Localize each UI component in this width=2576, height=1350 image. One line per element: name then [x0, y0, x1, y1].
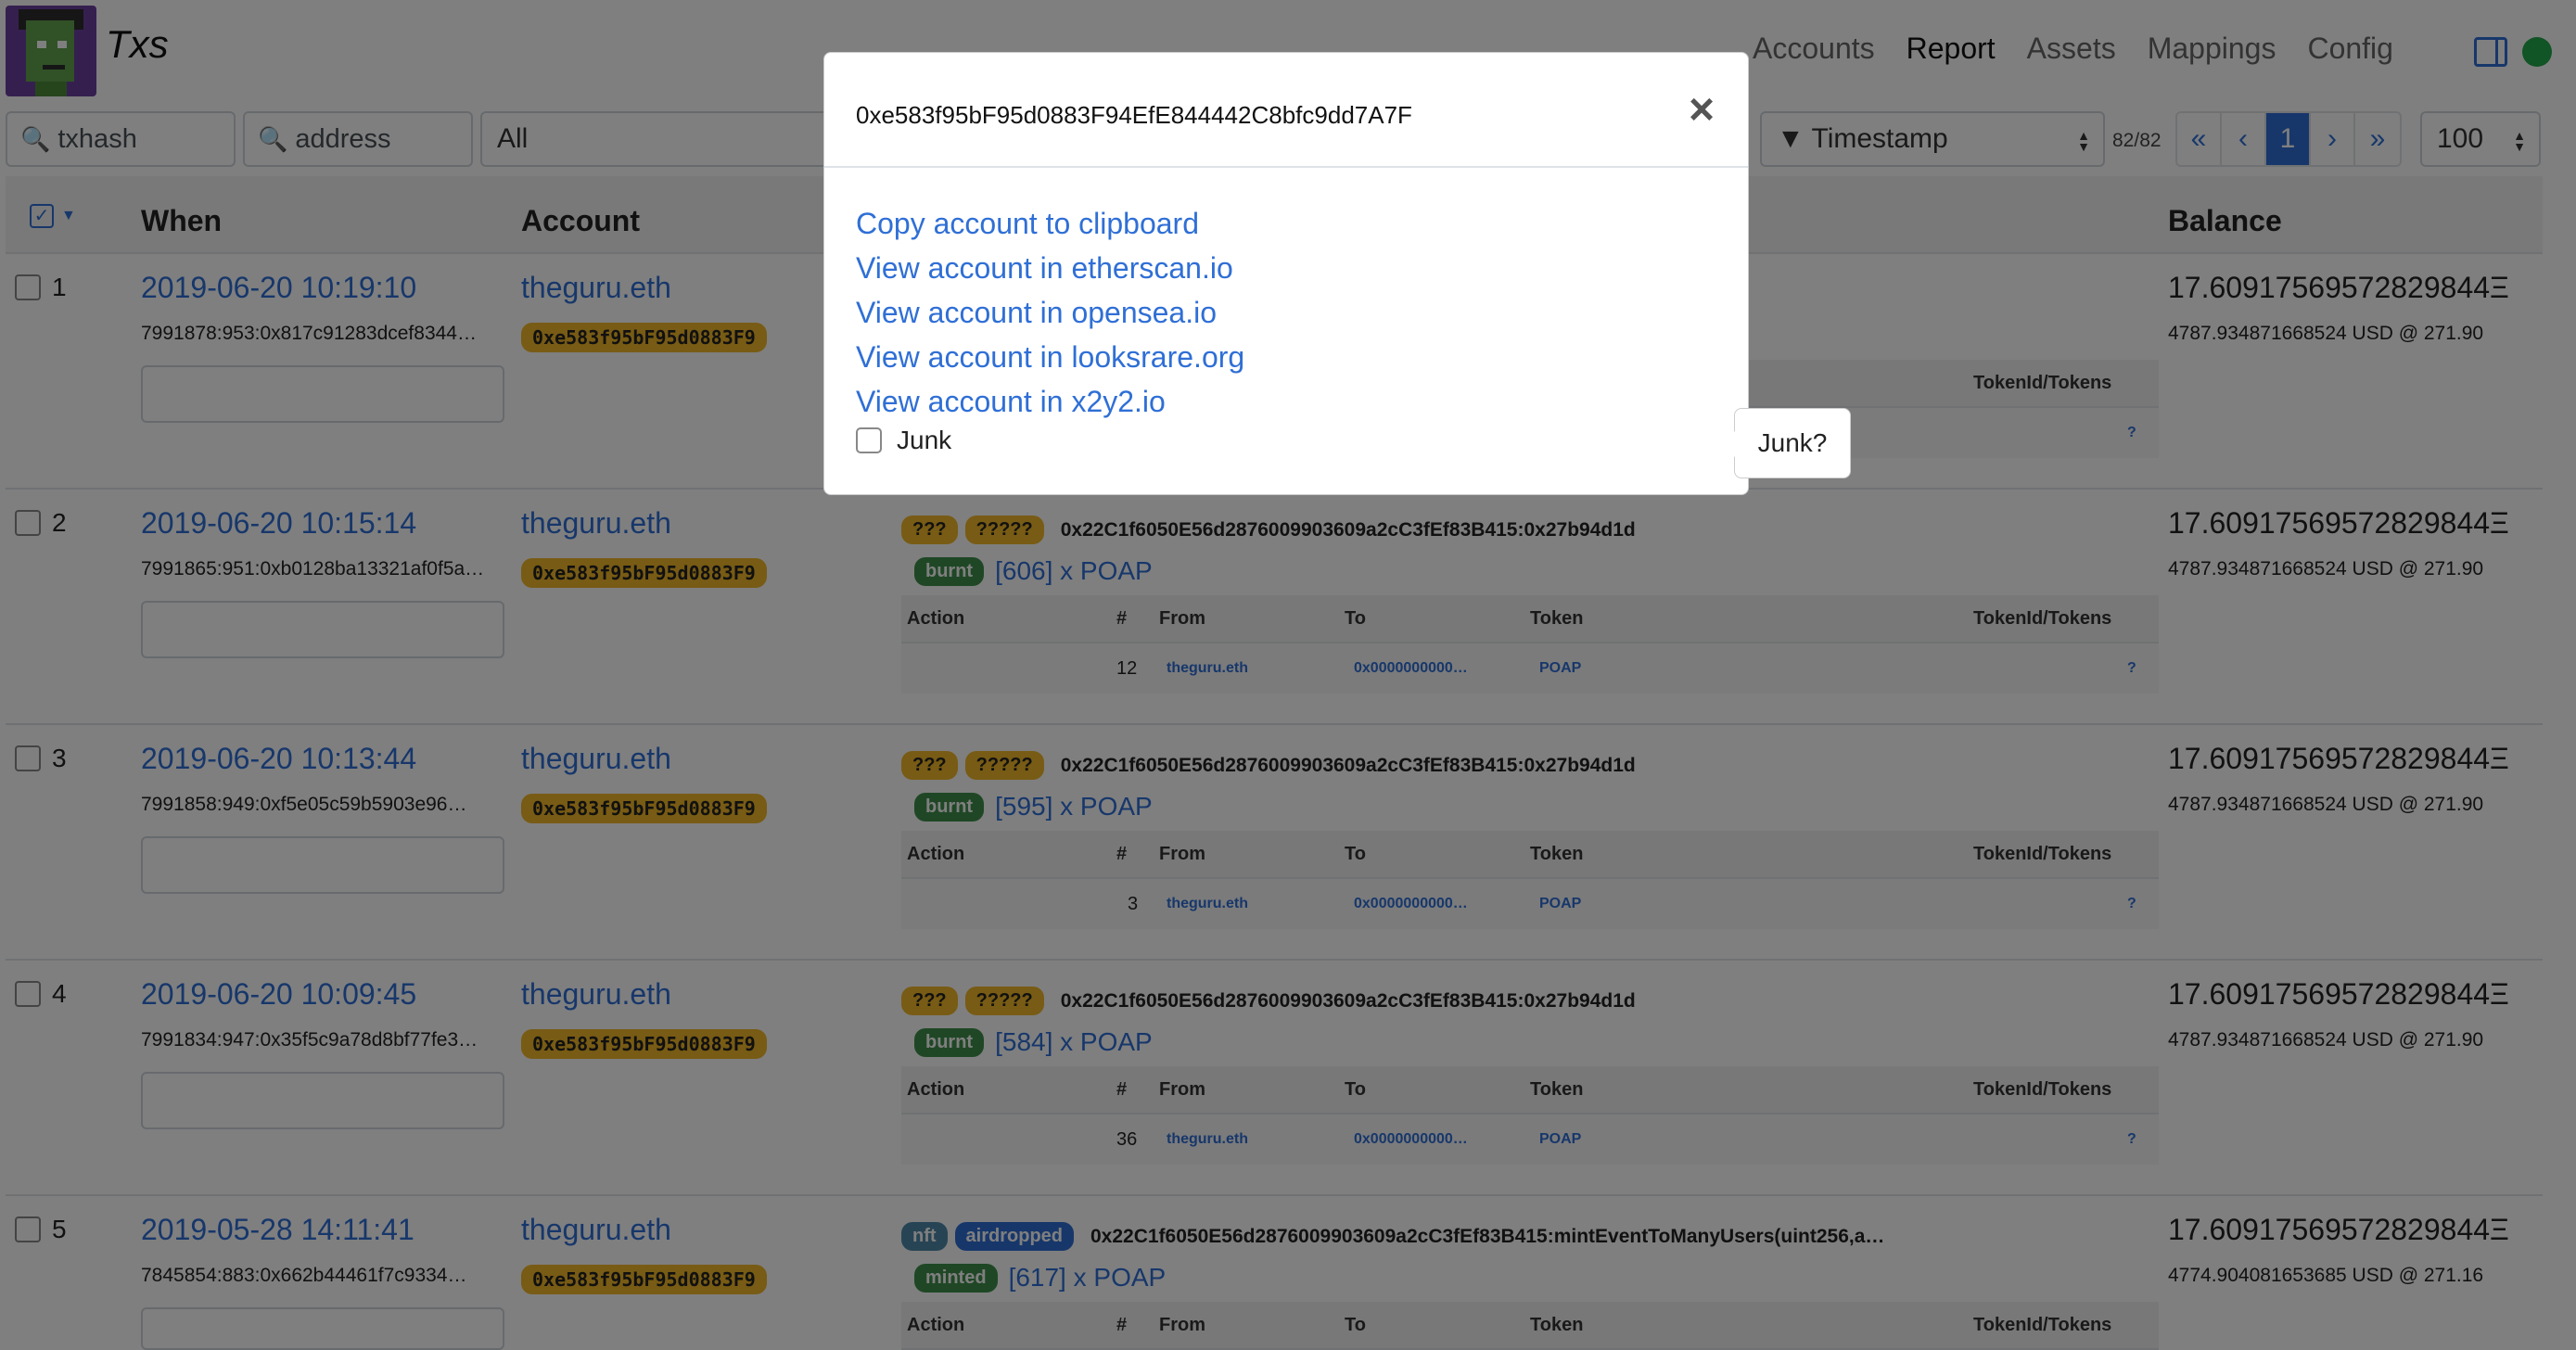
- copy-account-link[interactable]: Copy account to clipboard: [856, 201, 1244, 246]
- looksrare-link[interactable]: View account in looksrare.org: [856, 335, 1244, 379]
- junk-tooltip: Junk?: [1720, 408, 1851, 478]
- modal-title: 0xe583f95bF95d0883F94EfE844442C8bfc9dd7A…: [856, 101, 1412, 129]
- modal-link-list: Copy account to clipboard View account i…: [856, 201, 1244, 424]
- close-icon[interactable]: ×: [1689, 84, 1715, 135]
- account-modal: 0xe583f95bF95d0883F94EfE844442C8bfc9dd7A…: [823, 52, 1749, 495]
- modal-header: 0xe583f95bF95d0883F94EfE844442C8bfc9dd7A…: [824, 53, 1748, 168]
- opensea-link[interactable]: View account in opensea.io: [856, 290, 1244, 335]
- etherscan-link[interactable]: View account in etherscan.io: [856, 246, 1244, 290]
- x2y2-link[interactable]: View account in x2y2.io: [856, 379, 1244, 424]
- junk-option: Junk: [856, 426, 951, 455]
- junk-checkbox[interactable]: [856, 427, 882, 453]
- junk-label: Junk: [897, 426, 952, 454]
